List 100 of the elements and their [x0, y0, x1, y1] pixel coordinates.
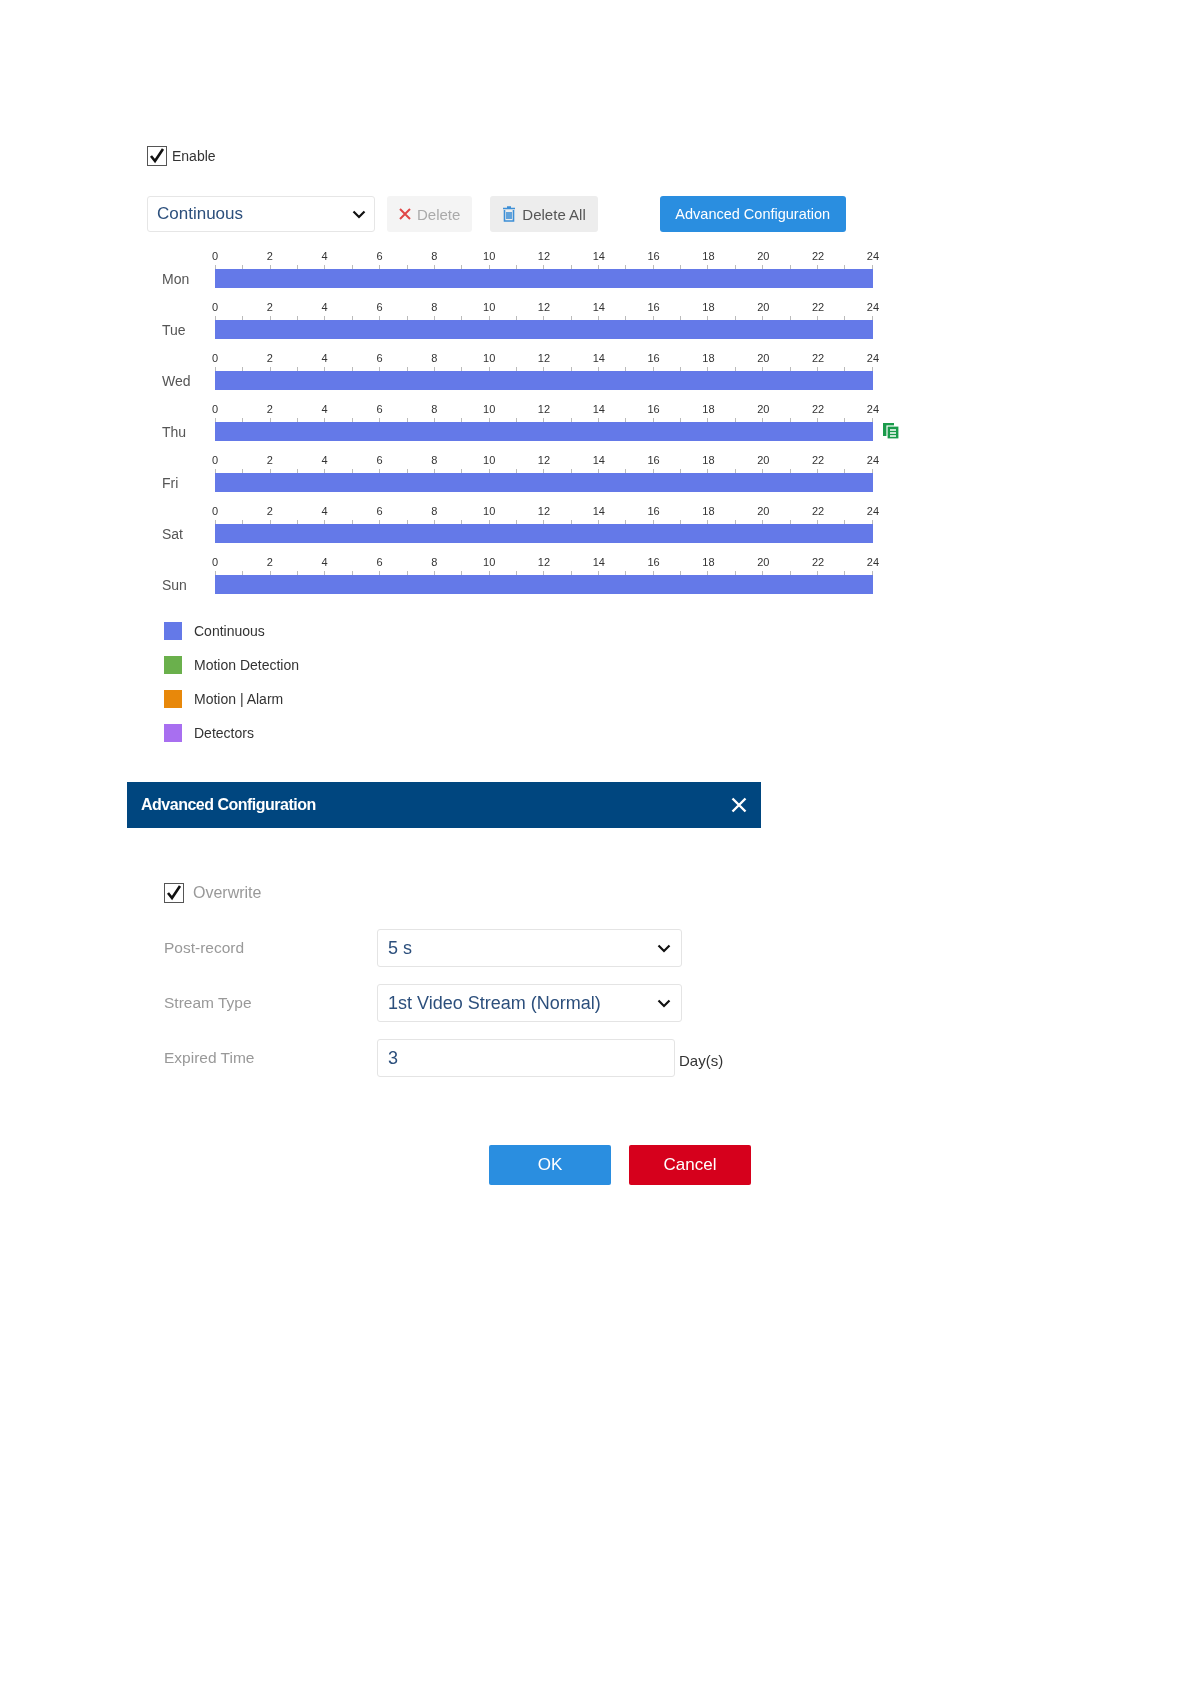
hour-label: 10: [482, 505, 497, 518]
hour-label: 14: [591, 250, 606, 263]
chevron-down-icon: [352, 209, 366, 219]
hour-label: 8: [430, 505, 439, 518]
hour-label: 12: [536, 505, 552, 518]
day-label: Sun: [161, 577, 188, 594]
hour-label: 16: [646, 301, 661, 314]
delete-all-button[interactable]: Delete All: [490, 196, 598, 232]
hour-label: 0: [210, 403, 220, 416]
hour-label: 6: [375, 505, 384, 518]
hour-label: 0: [210, 250, 220, 263]
hour-label: 16: [646, 454, 661, 467]
hour-label: 20: [756, 556, 771, 569]
trash-icon: [502, 206, 517, 222]
hour-label: 14: [591, 505, 606, 518]
hour-label: 0: [210, 556, 220, 569]
mode-select[interactable]: Continuous: [147, 196, 375, 232]
overwrite-label: Overwrite: [193, 884, 262, 902]
hour-label: 8: [430, 352, 439, 365]
hour-label: 24: [865, 454, 881, 467]
hour-label: 20: [756, 505, 771, 518]
hour-label: 4: [320, 403, 329, 416]
schedule-bar[interactable]: [215, 371, 873, 390]
hour-label: 18: [701, 556, 716, 569]
hour-label: 18: [701, 301, 716, 314]
hour-label: 20: [756, 301, 771, 314]
hour-label: 24: [865, 403, 881, 416]
ok-button[interactable]: OK: [489, 1145, 611, 1185]
hour-label: 14: [591, 352, 606, 365]
hour-label: 10: [482, 454, 497, 467]
schedule-bar[interactable]: [215, 575, 873, 594]
hour-label: 22: [811, 454, 826, 467]
field-label: Post-record: [164, 939, 246, 957]
checkbox[interactable]: [164, 883, 184, 903]
schedule-bar[interactable]: [215, 422, 873, 441]
day-label: Fri: [161, 475, 180, 492]
hour-label: 10: [482, 352, 497, 365]
hour-label: 6: [375, 403, 384, 416]
dropdown-field[interactable]: 1st Video Stream (Normal): [377, 984, 682, 1022]
hour-label: 6: [375, 556, 384, 569]
input-field[interactable]: 3: [377, 1039, 675, 1077]
unit-label: Day(s): [679, 1050, 724, 1069]
hour-label: 22: [811, 403, 826, 416]
hour-label: 14: [591, 454, 606, 467]
hour-label: 6: [375, 301, 384, 314]
chevron-down-icon: [657, 943, 671, 953]
dropdown-field[interactable]: 5 s: [377, 929, 682, 967]
hour-label: 4: [320, 505, 329, 518]
legend-label: Motion | Alarm: [194, 691, 284, 707]
hour-label: 8: [430, 454, 439, 467]
hour-label: 2: [265, 403, 274, 416]
schedule-bar[interactable]: [215, 473, 873, 492]
hour-label: 0: [210, 454, 220, 467]
day-label: Wed: [161, 373, 192, 390]
hour-label: 10: [482, 301, 497, 314]
cancel-button[interactable]: Cancel: [629, 1145, 751, 1185]
hour-label: 0: [210, 301, 220, 314]
hour-label: 24: [865, 352, 881, 365]
hour-label: 6: [375, 250, 384, 263]
hour-label: 8: [430, 301, 439, 314]
day-label: Mon: [161, 271, 191, 288]
hour-label: 16: [646, 403, 661, 416]
hour-label: 24: [865, 556, 881, 569]
hour-label: 2: [265, 505, 274, 518]
hour-label: 24: [865, 505, 881, 518]
close-icon: [399, 208, 411, 220]
hour-label: 0: [210, 352, 220, 365]
hour-label: 18: [701, 352, 716, 365]
hour-label: 6: [375, 352, 384, 365]
hour-label: 10: [482, 250, 497, 263]
hour-label: 22: [811, 505, 826, 518]
hour-label: 24: [865, 301, 881, 314]
hour-label: 2: [265, 556, 274, 569]
checkbox[interactable]: [147, 146, 167, 166]
field-label: Stream Type: [164, 994, 253, 1012]
hour-label: 16: [646, 556, 661, 569]
hour-label: 14: [591, 301, 606, 314]
hour-label: 10: [482, 403, 497, 416]
hour-label: 12: [536, 556, 552, 569]
advanced-configuration-button[interactable]: Advanced Configuration: [659, 196, 846, 232]
hour-label: 4: [320, 352, 329, 365]
schedule-bar[interactable]: [215, 269, 873, 288]
hour-label: 18: [701, 505, 716, 518]
hour-label: 18: [701, 250, 716, 263]
hour-label: 2: [265, 301, 274, 314]
legend-label: Motion Detection: [194, 657, 300, 673]
hour-label: 2: [265, 250, 274, 263]
hour-label: 12: [536, 301, 552, 314]
hour-label: 12: [536, 250, 552, 263]
close-icon[interactable]: [731, 797, 747, 813]
schedule-bar[interactable]: [215, 524, 873, 543]
hour-label: 4: [320, 556, 329, 569]
hour-label: 0: [210, 505, 220, 518]
legend-label: Detectors: [194, 725, 254, 741]
hour-label: 14: [591, 403, 606, 416]
hour-label: 12: [536, 352, 552, 365]
schedule-bar[interactable]: [215, 320, 873, 339]
hour-label: 22: [811, 556, 826, 569]
day-label: Tue: [161, 322, 187, 339]
copy-icon[interactable]: [882, 422, 900, 440]
